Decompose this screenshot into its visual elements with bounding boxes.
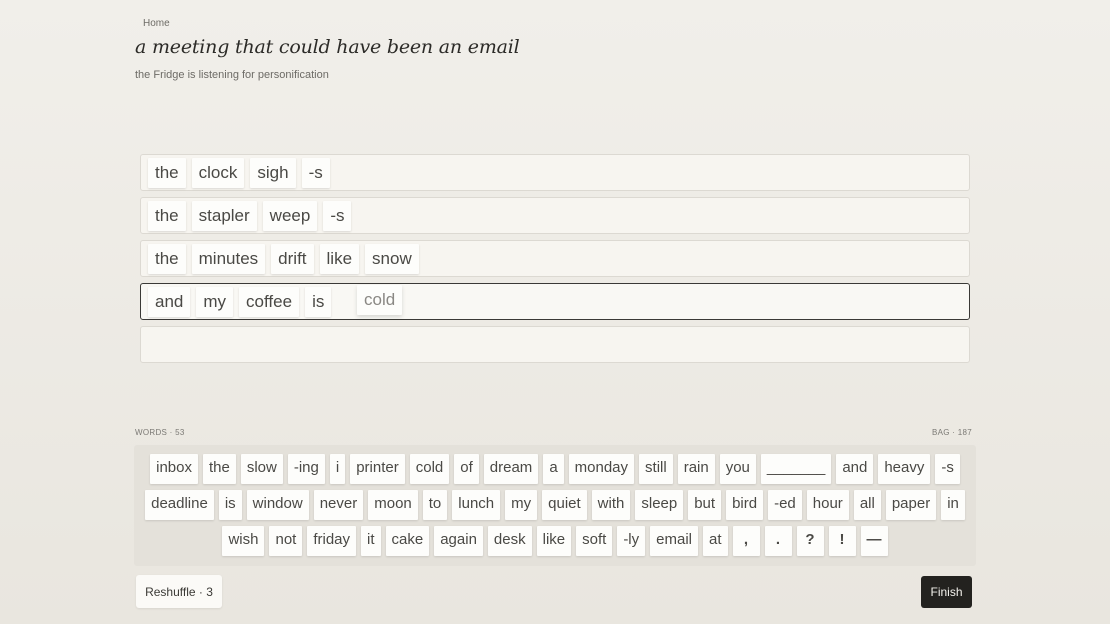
bag-word-tile[interactable]: inbox (150, 454, 198, 484)
bag-word-tile[interactable]: wish (222, 526, 265, 556)
bag-word-tile[interactable]: all (853, 490, 881, 520)
word-tile[interactable]: clock (191, 157, 245, 188)
word-tile[interactable]: and (148, 286, 191, 317)
bag-word-tile[interactable]: printer (350, 454, 405, 484)
bag-word-tile[interactable]: of (454, 454, 479, 484)
poem-line[interactable]: and my coffee is cold (140, 283, 970, 320)
word-tile[interactable]: -s (301, 157, 330, 188)
bag-word-tile[interactable]: -ing (287, 454, 325, 484)
page-title: a meeting that could have been an email (135, 36, 520, 58)
bag-word-tile[interactable]: still (639, 454, 673, 484)
bag-word-tile[interactable]: slow (240, 454, 283, 484)
bag-word-tile[interactable]: lunch (452, 490, 501, 520)
bag-word-tile[interactable]: paper (885, 490, 937, 520)
bag-word-tile[interactable]: _______ (760, 454, 832, 484)
bag-word-tile[interactable]: heavy (878, 454, 931, 484)
word-tile[interactable]: my (196, 286, 234, 317)
bag-word-tile[interactable]: the (202, 454, 236, 484)
word-tile[interactable]: the (148, 157, 186, 188)
page-subtitle: the Fridge is listening for personificat… (135, 69, 329, 81)
bag-word-tile[interactable]: never (313, 490, 364, 520)
bag-word-tile[interactable]: -ly (617, 526, 646, 556)
bag-count: BAG · 187 (931, 428, 972, 437)
bag-word-tile[interactable]: like (536, 526, 572, 556)
word-tile[interactable]: snow (365, 243, 419, 274)
bag-word-tile[interactable]: cake (385, 526, 430, 556)
bag-word-tile[interactable]: -ed (768, 490, 802, 520)
word-tile[interactable]: is (305, 286, 332, 317)
word-tile[interactable]: minutes (191, 243, 266, 274)
bag-row: wish not friday it cake again desk like soft -ly e… (134, 526, 976, 556)
bag-word-tile[interactable]: email (650, 526, 698, 556)
poem-line[interactable]: the stapler weep -s (140, 197, 970, 234)
bag-word-tile[interactable]: hour (806, 490, 849, 520)
bag-word-tile[interactable]: -s (935, 454, 960, 484)
bag-word-tile[interactable]: but (688, 490, 722, 520)
bag-word-tile[interactable]: dream (483, 454, 539, 484)
word-tile[interactable]: drift (271, 243, 314, 274)
word-tile[interactable]: sigh (250, 157, 296, 188)
word-tile[interactable]: weep (262, 200, 318, 231)
bag-word-tile[interactable]: friday (307, 526, 357, 556)
bag-word-tile[interactable]: to (422, 490, 448, 520)
bag-word-tile[interactable]: you (719, 454, 756, 484)
bag-word-tile[interactable]: and (836, 454, 874, 484)
bag-word-tile[interactable]: , (732, 526, 760, 556)
bag-word-tile[interactable]: not (269, 526, 303, 556)
bag-word-tile[interactable]: is (218, 490, 242, 520)
bag-word-tile[interactable]: . (764, 526, 792, 556)
bag-row: inbox the slow -ing i printer cold of dream a mond… (134, 454, 976, 484)
bag-word-tile[interactable]: it (361, 526, 381, 556)
bag-word-tile[interactable]: again (434, 526, 483, 556)
bag-word-tile[interactable]: soft (576, 526, 613, 556)
bag-word-tile[interactable]: my (505, 490, 538, 520)
bag-word-tile[interactable]: ? (796, 526, 824, 556)
poem-lines: the clock sigh -s the stapler weep -s the minutes… (140, 154, 970, 369)
bag-word-tile[interactable]: moon (368, 490, 418, 520)
word-tile[interactable]: like (319, 243, 360, 274)
bag-row: deadline is window never moon to lunch my quiet w… (134, 490, 976, 520)
bag-word-tile[interactable]: desk (487, 526, 532, 556)
words-count: WORDS · 53 (135, 428, 185, 437)
bag-word-tile[interactable]: at (703, 526, 728, 556)
poem-line[interactable]: the clock sigh -s (140, 154, 970, 191)
reshuffle-button[interactable]: Reshuffle · 3 (136, 575, 222, 608)
bag-word-tile[interactable]: quiet (542, 490, 587, 520)
bag-word-tile[interactable]: ! (828, 526, 856, 556)
finish-button[interactable]: Finish (921, 576, 972, 608)
word-tile[interactable]: the (148, 243, 186, 274)
word-tile[interactable]: coffee (239, 286, 300, 317)
poem-line[interactable] (140, 326, 970, 363)
bag-word-tile[interactable]: i (329, 454, 346, 484)
bag-word-tile[interactable]: — (860, 526, 888, 556)
poem-line[interactable]: the minutes drift like snow (140, 240, 970, 277)
word-tile[interactable]: the (148, 200, 186, 231)
bag-word-tile[interactable]: in (941, 490, 965, 520)
dragging-word-tile[interactable]: cold (357, 285, 403, 315)
bag-word-tile[interactable]: window (246, 490, 309, 520)
bag-word-tile[interactable]: a (543, 454, 564, 484)
word-bag: inbox the slow -ing i printer cold of dream a mond… (134, 445, 976, 566)
bag-word-tile[interactable]: rain (677, 454, 715, 484)
bag-word-tile[interactable]: cold (409, 454, 450, 484)
breadcrumb[interactable]: Home (143, 18, 170, 29)
bag-word-tile[interactable]: monday (568, 454, 635, 484)
bag-word-tile[interactable]: bird (726, 490, 764, 520)
word-tile[interactable]: stapler (191, 200, 257, 231)
word-tile[interactable]: -s (323, 200, 352, 231)
bag-word-tile[interactable]: sleep (635, 490, 684, 520)
bag-word-tile[interactable]: deadline (145, 490, 214, 520)
bag-word-tile[interactable]: with (591, 490, 631, 520)
